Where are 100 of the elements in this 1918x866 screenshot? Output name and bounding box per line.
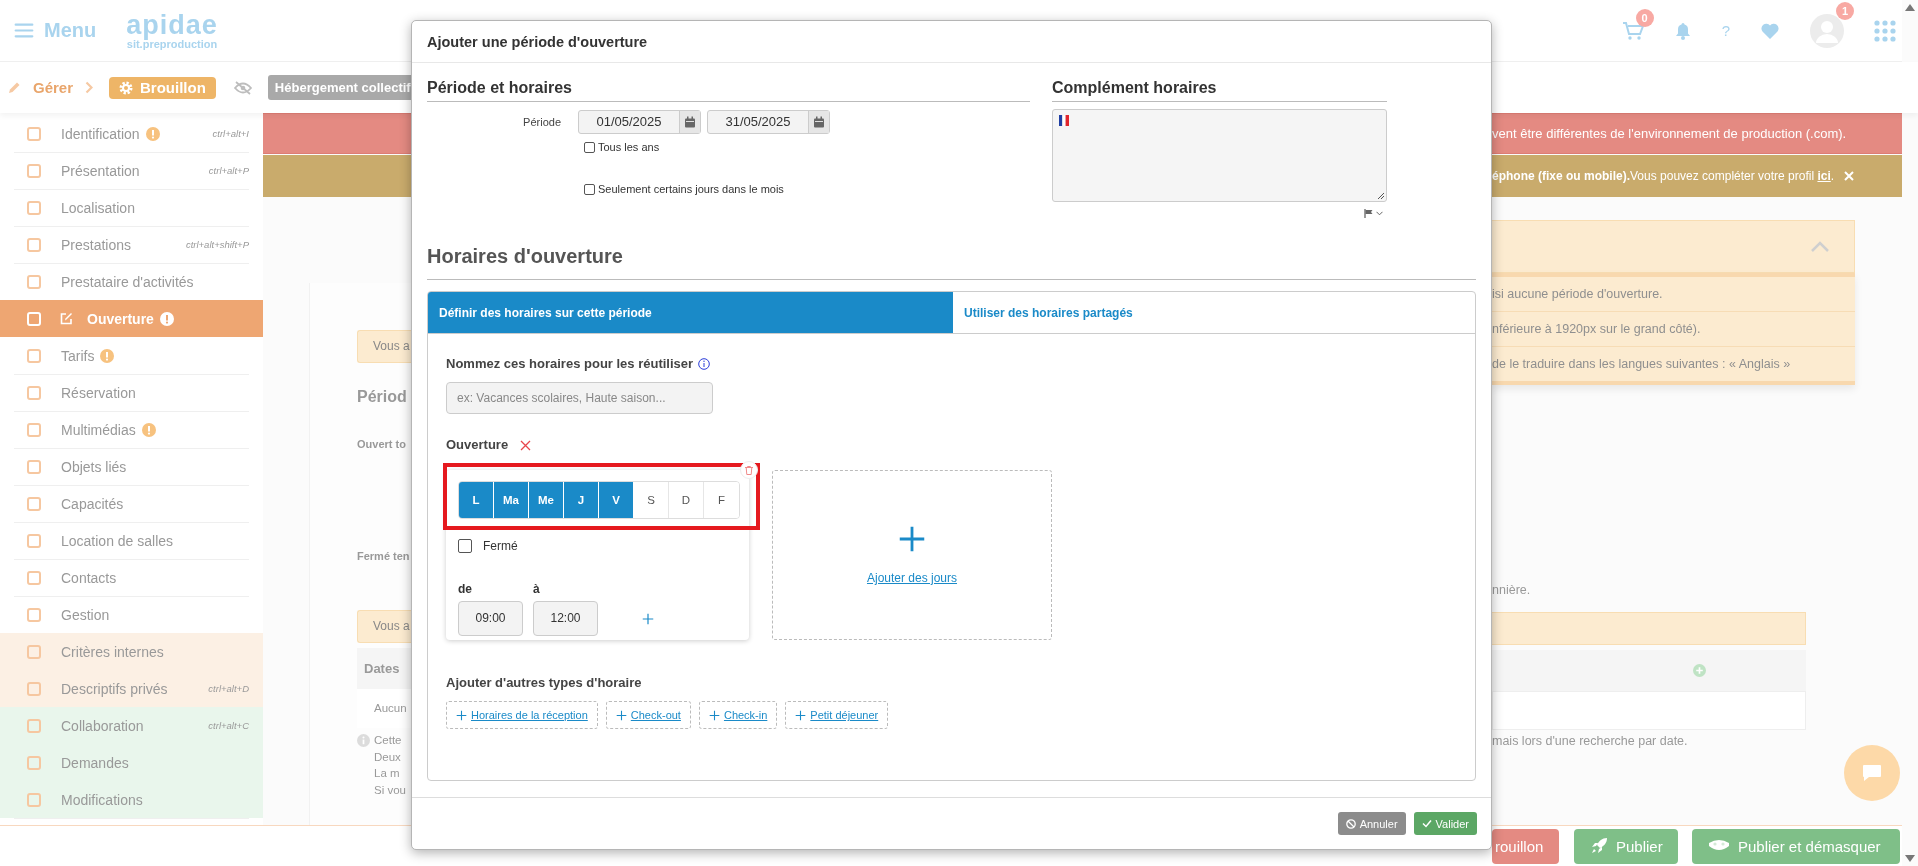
sidebar-item[interactable]: Identification ctrl+alt+I <box>0 115 263 152</box>
calendar-icon <box>684 116 696 128</box>
language-selector[interactable] <box>1364 209 1383 218</box>
section-heading: Période et horaires <box>427 79 1030 102</box>
square-icon <box>27 422 41 437</box>
calendar-button[interactable] <box>679 111 700 133</box>
heart-icon[interactable] <box>1760 21 1780 40</box>
sidebar-item[interactable]: Tarifs <box>0 337 263 374</box>
calendar-icon <box>813 116 825 128</box>
info-icon <box>698 358 711 370</box>
caret-icon <box>1376 211 1383 216</box>
help-link[interactable]: ? <box>1721 22 1730 39</box>
add-days-link[interactable]: Ajouter des jours <box>866 571 957 585</box>
cancel-button[interactable]: Annuler <box>1337 812 1406 835</box>
sidebar-item[interactable]: Capacités <box>0 485 263 522</box>
sidebar-item[interactable]: Multimédias <box>0 411 263 448</box>
edit-icon <box>60 312 73 325</box>
delete-button[interactable] <box>740 461 758 479</box>
info-icon <box>357 734 370 747</box>
publish-button[interactable]: Publier et démasquer <box>1692 828 1900 864</box>
shortcut-hint: ctrl+alt+C <box>208 720 249 731</box>
publish-button[interactable]: Publier <box>1574 828 1678 864</box>
day-toggle[interactable]: Ma <box>494 482 529 518</box>
draft-button[interactable]: rouillon <box>1492 828 1559 864</box>
plus-icon <box>456 709 467 721</box>
square-icon <box>27 348 41 363</box>
checkbox-option[interactable]: Fermé <box>458 538 737 554</box>
bell-icon[interactable] <box>1673 21 1692 40</box>
square-icon <box>27 311 41 326</box>
square-icon <box>27 385 41 400</box>
checkbox-option[interactable]: Tous les ans <box>584 140 1030 154</box>
info-text: Si vou <box>374 782 406 798</box>
time-field[interactable]: 12:00 <box>533 601 598 636</box>
profile-link[interactable]: ici <box>1817 169 1831 183</box>
sidebar-item[interactable]: Prestations ctrl+alt+shift+P <box>0 226 263 263</box>
summary-card[interactable] <box>1492 220 1855 273</box>
shortcut-hint: ctrl+alt+P <box>208 165 249 176</box>
day-toggle[interactable]: L <box>459 482 494 518</box>
info-text: Deux <box>374 749 402 765</box>
checkbox[interactable] <box>584 141 595 153</box>
summary-item: nférieure à 1920px sur le grand côté). <box>1492 312 1855 347</box>
menu-button[interactable]: Menu <box>14 19 97 42</box>
plus-icon <box>795 709 807 721</box>
sidebar-item[interactable]: Location de salles <box>0 522 263 559</box>
day-toggle[interactable]: V <box>599 482 634 518</box>
shortcut-hint: ctrl+alt+D <box>208 683 249 694</box>
gear-icon <box>119 80 134 95</box>
flag-icon <box>1364 209 1373 218</box>
scrollbar[interactable] <box>1902 0 1918 866</box>
down-arrow-icon[interactable] <box>1905 855 1915 862</box>
sidebar-item[interactable]: Modifications <box>0 781 263 818</box>
count-badge: 1 <box>1836 1 1854 20</box>
sidebar-item[interactable]: Demandes <box>0 744 263 781</box>
date-field[interactable]: 01/05/2025 <box>578 110 701 134</box>
sidebar-item[interactable]: Collaboration ctrl+alt+C <box>0 707 263 744</box>
manage-link[interactable]: Gérer <box>33 79 94 96</box>
input-field[interactable]: ex: Vacances scolaires, Haute saison... <box>446 382 713 414</box>
day-toggle[interactable]: Me <box>529 482 564 518</box>
sidebar-item[interactable]: Réservation <box>0 374 263 411</box>
text-area[interactable] <box>1052 109 1387 202</box>
add-schedule-button[interactable]: Check-in <box>698 701 778 729</box>
sidebar-item[interactable]: Ouverture <box>0 300 263 337</box>
avatar-icon[interactable] <box>1810 13 1844 48</box>
section-heading: Complément horaires <box>1052 79 1387 102</box>
time-field[interactable]: 09:00 <box>458 601 523 636</box>
close-icon[interactable] <box>520 439 532 451</box>
sidebar-item[interactable]: Descriptifs privés ctrl+alt+D <box>0 670 263 707</box>
day-toggle[interactable]: J <box>564 482 599 518</box>
tab[interactable]: Définir des horaires sur cette période <box>428 292 953 333</box>
ban-icon <box>1345 818 1356 829</box>
date-field[interactable]: 31/05/2025 <box>707 110 830 134</box>
confirm-button[interactable]: Valider <box>1413 812 1477 835</box>
square-icon <box>27 644 41 659</box>
sidebar-item[interactable]: Présentation ctrl+alt+P <box>0 152 263 189</box>
add-days-box[interactable]: Ajouter des jours <box>772 470 1052 640</box>
eye-slash-icon[interactable] <box>233 80 252 95</box>
field-label: Période <box>522 116 562 128</box>
shortcut-hint: ctrl+alt+I <box>212 128 249 139</box>
apps-grid-icon[interactable] <box>1874 19 1896 42</box>
add-circle-icon[interactable] <box>1693 664 1706 677</box>
add-schedule-button[interactable]: Petit déjeuner <box>785 701 889 729</box>
chevron-up-icon <box>1810 240 1830 253</box>
square-icon <box>27 718 41 733</box>
sidebar-item[interactable]: Objets liés <box>0 448 263 485</box>
plus-icon <box>708 709 720 721</box>
calendar-button[interactable] <box>808 111 829 133</box>
checkbox[interactable] <box>458 539 472 553</box>
sidebar-item[interactable]: Localisation <box>0 189 263 226</box>
field-label: de <box>458 581 473 597</box>
up-arrow-icon[interactable] <box>1905 4 1915 11</box>
sidebar-item[interactable]: Critères internes <box>0 633 263 670</box>
plus-icon[interactable] <box>642 613 654 625</box>
cart-icon[interactable] <box>1621 20 1644 41</box>
add-schedule-button[interactable]: Horaires de la réception <box>446 701 598 729</box>
checkbox-option[interactable]: Seulement certains jours dans le mois <box>584 182 1030 196</box>
add-schedule-button[interactable]: Check-out <box>605 701 691 729</box>
field-label: Fermé ten <box>357 549 411 563</box>
sidebar-item[interactable]: Contacts <box>0 559 263 596</box>
square-icon <box>27 459 41 474</box>
checkbox[interactable] <box>584 183 595 195</box>
